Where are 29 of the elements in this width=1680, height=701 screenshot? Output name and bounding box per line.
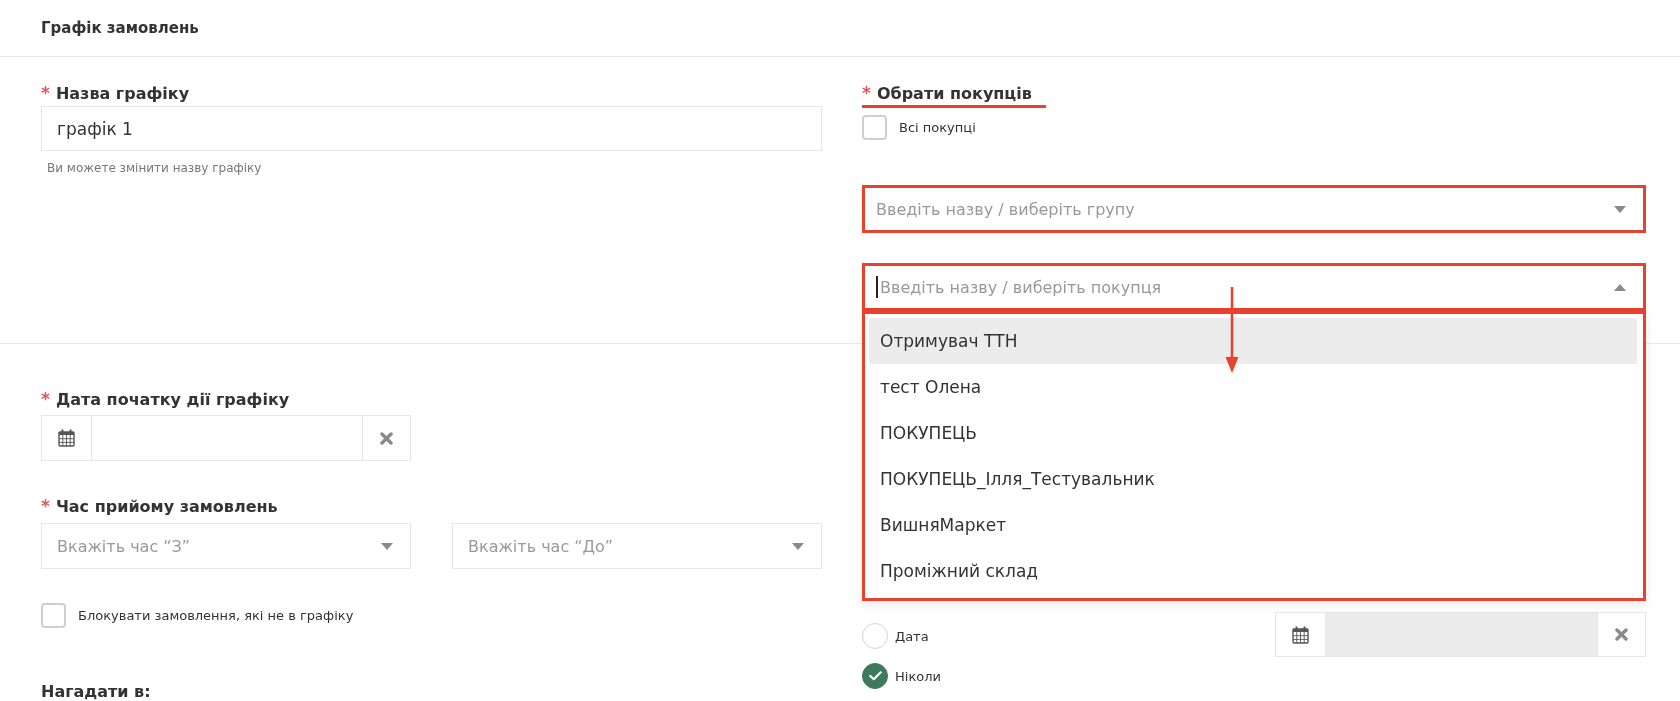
dropdown-option[interactable]: Отримувач ТТН (869, 318, 1637, 364)
checkbox[interactable] (862, 115, 887, 140)
checkbox[interactable] (41, 603, 66, 628)
radio-button[interactable] (862, 663, 888, 689)
required-mark: * (41, 83, 50, 103)
caret-down-icon[interactable] (792, 542, 804, 550)
caret-down-icon[interactable] (1614, 205, 1626, 213)
schedule-name-input[interactable]: графік 1 (41, 106, 822, 151)
radio-label: Ніколи (895, 668, 941, 684)
field-label: Назва графіку (55, 84, 190, 104)
caret-down-icon[interactable] (381, 542, 393, 550)
checkbox-label: Блокувати замовлення, які не в графіку (78, 608, 354, 623)
field-label: Дата початку дії графіку (55, 390, 290, 410)
check-icon (868, 671, 882, 681)
required-mark: * (41, 496, 50, 516)
field-label: Обрати покупців (876, 84, 1032, 104)
page-title: Графік замовлень (41, 19, 199, 37)
required-mark: * (41, 389, 50, 409)
hint-text: Ви можете змінити назву графіку (46, 160, 263, 176)
required-mark: * (862, 83, 871, 103)
checkbox-label: Всі покупці (899, 120, 976, 135)
calendar-icon[interactable] (1292, 625, 1309, 644)
caret-up-icon[interactable] (1614, 283, 1626, 291)
radio-label: Дата (895, 628, 929, 644)
calendar-icon[interactable] (58, 429, 75, 447)
field-label: Нагадати в: (41, 682, 151, 701)
field-label: Час прийому замовлень (55, 497, 278, 517)
clear-icon[interactable] (1615, 628, 1628, 641)
clear-icon[interactable] (380, 431, 393, 445)
